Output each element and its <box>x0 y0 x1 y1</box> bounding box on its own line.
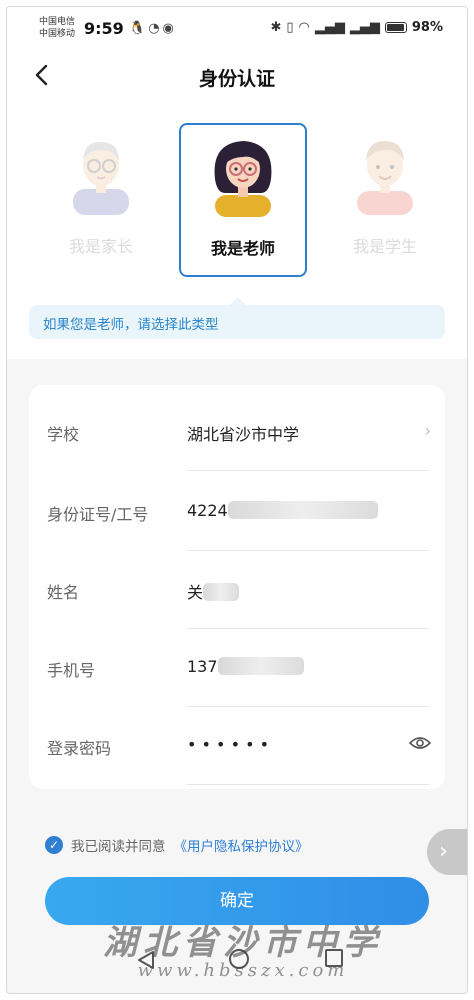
status-bar: 中国电信 中国移动 9:59 🐧◔◉ ✱ ▯ ◠ ▂▄▆ ▂▄▆ 98% <box>7 7 467 51</box>
password-field[interactable]: • • • • • • <box>187 735 269 754</box>
clock: 9:59 <box>84 19 124 38</box>
redaction-blur <box>203 583 240 601</box>
carrier-info: 中国电信 中国移动 <box>39 16 75 40</box>
role-student[interactable]: 我是学生 <box>321 123 449 277</box>
agreement-checkbox[interactable]: ✓ <box>45 836 63 854</box>
password-label: 登录密码 <box>47 739 112 758</box>
watermark-school: 湖北省沙市中学 <box>103 923 383 963</box>
agreement-text: 我已阅读并同意 <box>71 839 166 855</box>
role-label: 我是老师 <box>210 239 275 258</box>
name-row: 姓名 关 <box>29 551 445 629</box>
notification-icons: 🐧◔◉ <box>129 21 177 36</box>
signal-2-icon: ▂▄▆ <box>349 20 380 35</box>
agreement: ✓ 我已阅读并同意 《用户隐私保护协议》 <box>45 835 309 855</box>
teacher-avatar-icon <box>214 141 272 217</box>
student-avatar-icon <box>357 141 413 215</box>
school-value: 湖北省沙市中学 <box>187 425 300 444</box>
phone-field[interactable]: 137 <box>187 657 304 676</box>
identity-form: 学校 湖北省沙市中学 › 身份证号/工号 4224 姓名 关 手机号 137 登… <box>29 385 445 789</box>
role-teacher[interactable]: 我是老师 <box>179 123 307 277</box>
signal-icon: ▂▄▆ <box>314 20 345 35</box>
phone-row: 手机号 137 <box>29 629 445 707</box>
divider <box>187 784 429 785</box>
name-value: 关 <box>187 583 204 602</box>
name-field[interactable]: 关 <box>187 579 240 603</box>
chevron-right-icon: › <box>424 421 431 440</box>
role-hint: 如果您是老师，请选择此类型 <box>29 297 445 339</box>
watermark-url: www.hbsszx.com <box>137 960 349 981</box>
wifi-icon: ◠ <box>298 20 310 35</box>
bluetooth-icon: ✱ <box>270 20 282 35</box>
password-row: 登录密码 • • • • • • <box>29 707 445 785</box>
side-chevron-button[interactable]: › <box>427 829 467 875</box>
school-row[interactable]: 学校 湖北省沙市中学 › <box>29 393 445 471</box>
id-number-value: 4224 <box>187 501 228 520</box>
divider <box>187 470 429 471</box>
speed-icon: ◔ <box>148 21 163 36</box>
chevron-right-icon: › <box>439 839 448 864</box>
school-label: 学校 <box>47 425 80 444</box>
watermark: 湖北省沙市中学 www.hbsszx.com <box>93 915 393 981</box>
battery-percent: 98% <box>411 20 443 35</box>
parent-avatar-icon <box>73 141 129 215</box>
redaction-blur <box>217 657 304 675</box>
phone-screen: 中国电信 中国移动 9:59 🐧◔◉ ✱ ▯ ◠ ▂▄▆ ▂▄▆ 98% 身份认… <box>6 6 468 994</box>
id-number-row: 身份证号/工号 4224 <box>29 473 445 551</box>
phone-value: 137 <box>187 657 218 676</box>
vibrate-icon: ▯ <box>286 20 294 35</box>
show-password-eye-icon[interactable] <box>409 735 431 751</box>
system-icons: ✱ ▯ ◠ ▂▄▆ ▂▄▆ 98% <box>270 20 443 35</box>
eye-status-icon: ◉ <box>162 21 177 36</box>
page-title: 身份认证 <box>198 68 275 90</box>
carrier-2: 中国移动 <box>39 29 76 39</box>
role-selector: 我是家长 我是老师 我是学生 如果您是老师，请选择此类型 <box>7 103 467 359</box>
carrier-1: 中国电信 <box>39 17 76 27</box>
name-label: 姓名 <box>47 583 80 602</box>
app-header: 身份认证 <box>7 51 467 103</box>
redaction-blur <box>227 501 378 519</box>
qq-icon: 🐧 <box>129 21 149 36</box>
role-parent[interactable]: 我是家长 <box>37 123 165 277</box>
role-label: 我是学生 <box>352 237 417 256</box>
phone-label: 手机号 <box>47 661 96 680</box>
role-label: 我是家长 <box>68 237 133 256</box>
id-number-label: 身份证号/工号 <box>47 505 149 524</box>
privacy-policy-link[interactable]: 《用户隐私保护协议》 <box>174 835 309 855</box>
id-number-field[interactable]: 4224 <box>187 501 378 520</box>
battery-icon <box>384 22 407 33</box>
